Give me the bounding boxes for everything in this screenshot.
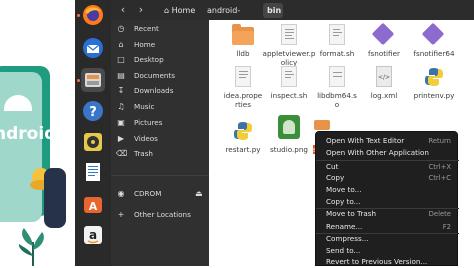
menu-item-rename[interactable]: Rename... F2: [316, 221, 459, 233]
plant-icon: [18, 228, 44, 266]
running-indicator: [77, 79, 80, 82]
folder-icon: [232, 24, 254, 46]
library-icon: [326, 66, 348, 88]
sidebar-item-pictures[interactable]: ▣ Pictures: [111, 116, 209, 130]
software-center-icon[interactable]: A: [81, 192, 105, 216]
dock: ? A a: [75, 0, 111, 266]
svg-text:a: a: [89, 228, 97, 242]
writer-icon[interactable]: [81, 160, 105, 184]
file-label: printenv.py: [413, 91, 455, 100]
file-label: studio.png: [270, 145, 308, 154]
breadcrumb-label: Home: [171, 6, 196, 15]
executable-icon: [371, 22, 395, 46]
menu-item-copy-to[interactable]: Copy to...: [316, 196, 459, 208]
file-label: fsnotifier64: [413, 49, 455, 58]
menu-item-compress[interactable]: Compress...: [316, 233, 459, 245]
python-icon: [423, 66, 445, 88]
menu-item-open-with-other-application[interactable]: Open With Other Application: [316, 147, 459, 159]
python-icon: [232, 120, 254, 142]
files-icon[interactable]: [81, 68, 105, 92]
svg-text:A: A: [89, 200, 98, 213]
running-indicator: [77, 14, 80, 17]
sidebar-divider: [111, 175, 209, 176]
desktop-icon: □: [117, 55, 125, 64]
sidebar-item-desktop[interactable]: □ Desktop: [111, 53, 209, 67]
file-label: log.xml: [370, 91, 398, 100]
breadcrumb-android-studio[interactable]: android-studio: [203, 3, 259, 30]
plus-icon: +: [117, 210, 125, 219]
menu-item-copy[interactable]: Copy Ctrl+C: [316, 172, 459, 184]
person-figure: [44, 168, 66, 228]
clock-icon: ◷: [117, 24, 125, 33]
sidebar-item-music[interactable]: ♫ Music: [111, 100, 209, 114]
help-icon[interactable]: ?: [81, 99, 105, 123]
file-label: idea.properties: [223, 91, 263, 109]
music-icon: ♫: [117, 102, 125, 111]
breadcrumb-bin[interactable]: bin: [263, 3, 283, 18]
forward-button[interactable]: ›: [134, 3, 148, 17]
background-illustration: ndroid: [0, 0, 75, 266]
trash-icon: ⌫: [116, 149, 128, 158]
image-icon: [278, 115, 300, 141]
document-icon: [278, 24, 300, 46]
header-bar: ‹ › ⌂ Home android-studio bin: [111, 0, 474, 30]
sidebar-item-other-locations[interactable]: + Other Locations: [111, 208, 209, 222]
eject-icon[interactable]: ⏏: [195, 187, 203, 201]
sidebar-item-videos[interactable]: ▶ Videos: [111, 132, 209, 146]
script-icon: [326, 24, 348, 46]
context-menu: Open With Text Editor Return Open With O…: [315, 131, 459, 268]
home-icon: ⌂: [164, 6, 170, 15]
file-label: fsnotifier: [368, 49, 400, 58]
sidebar-item-downloads[interactable]: ↧ Downloads: [111, 84, 209, 98]
home-icon: ⌂: [118, 40, 124, 49]
menu-item-move-to[interactable]: Move to...: [316, 184, 459, 196]
menu-item-move-to-trash[interactable]: Move to Trash Delete: [316, 208, 459, 220]
svg-text:?: ?: [89, 105, 97, 120]
sidebar: ◷ Recent ⌂ Home □ Desktop ▤ Documents ↧ …: [111, 20, 209, 266]
documents-icon: ▤: [117, 71, 125, 80]
videos-icon: ▶: [117, 134, 125, 143]
sidebar-item-documents[interactable]: ▤ Documents: [111, 69, 209, 83]
script-icon: [278, 66, 300, 88]
menu-item-revert-to-previous-version[interactable]: Revert to Previous Version...: [316, 256, 459, 268]
back-button[interactable]: ‹: [116, 3, 130, 17]
menu-item-open-with-text-editor[interactable]: Open With Text Editor Return: [316, 135, 459, 147]
firefox-icon[interactable]: [81, 3, 105, 27]
sidebar-item-recent[interactable]: ◷ Recent: [111, 22, 209, 36]
android-icon: [283, 120, 295, 134]
pictures-icon: ▣: [117, 118, 125, 127]
sidebar-item-cdrom[interactable]: ◉ CDROM ⏏: [111, 187, 209, 201]
breadcrumb-home[interactable]: ⌂ Home: [160, 3, 202, 18]
sidebar-item-trash[interactable]: ⌫ Trash: [111, 147, 209, 161]
executable-icon: [421, 22, 445, 46]
file-label: inspect.sh: [270, 91, 308, 100]
illustration-text: ndroid: [0, 124, 57, 144]
sidebar-item-home[interactable]: ⌂ Home: [111, 38, 209, 52]
rhythmbox-icon[interactable]: [81, 130, 105, 154]
document-icon: [232, 66, 254, 88]
file-label: libdbm64.so: [317, 91, 357, 109]
thunderbird-icon[interactable]: [81, 36, 105, 60]
downloads-icon: ↧: [117, 86, 125, 95]
disc-icon: ◉: [117, 189, 125, 198]
amazon-icon[interactable]: a: [81, 223, 105, 247]
xml-icon: </>: [373, 66, 395, 88]
